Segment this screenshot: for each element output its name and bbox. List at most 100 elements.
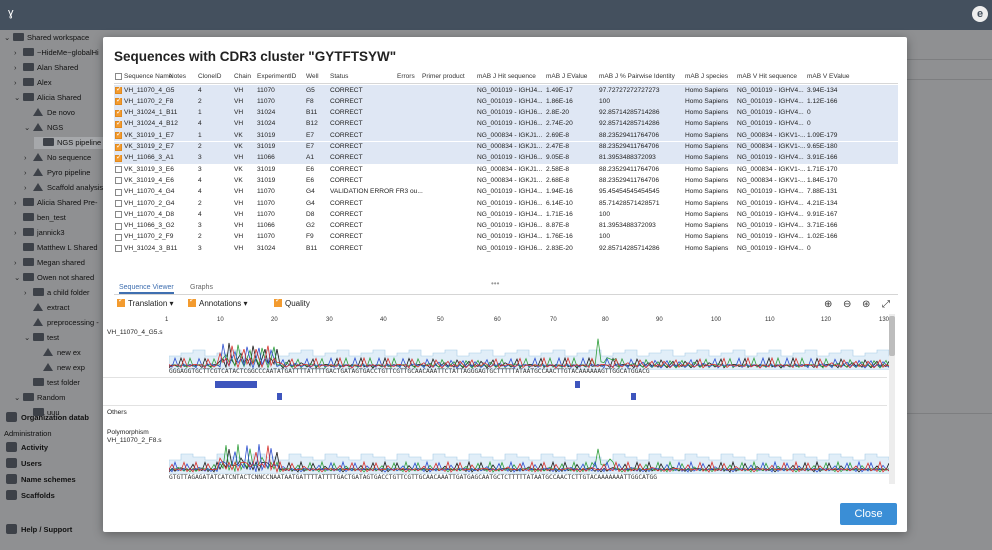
- sidebar-item[interactable]: › a child folder: [24, 287, 90, 299]
- chevron-icon[interactable]: ⌄: [14, 272, 23, 284]
- translation-toggle[interactable]: Translation ▾: [117, 296, 174, 308]
- row-checkbox[interactable]: [115, 85, 122, 94]
- help-support[interactable]: Help / Support: [6, 523, 72, 537]
- sidebar-item[interactable]: new ex: [34, 347, 81, 359]
- row-checkbox[interactable]: [115, 200, 122, 207]
- row-checkbox[interactable]: [115, 211, 122, 219]
- table-row[interactable]: VH_31024_3_B11 3 VH 31024 B11 CORRECT NG_00101…: [114, 243, 898, 254]
- column-header[interactable]: Notes: [169, 73, 186, 80]
- chevron-icon[interactable]: ⌄: [24, 122, 33, 134]
- row-checkbox[interactable]: [115, 130, 122, 140]
- table-row[interactable]: VK_31019_3_E6 3 VK 31019 E6 CORRECT NG_000834 …: [114, 164, 898, 175]
- sidebar-item[interactable]: ⌄ Alicia Shared: [14, 92, 81, 104]
- chevron-icon[interactable]: ⌄: [14, 92, 23, 104]
- sidebar-item[interactable]: ⌄ Random: [14, 392, 65, 404]
- chevron-icon[interactable]: ⌄: [24, 332, 33, 344]
- annotations-toggle[interactable]: Annotations ▾: [188, 296, 248, 308]
- chevron-icon[interactable]: ⌄: [14, 392, 23, 404]
- zoom-reset-icon[interactable]: ⊛: [862, 299, 870, 310]
- column-header[interactable]: mAB J species: [685, 73, 728, 80]
- row-checkbox[interactable]: [115, 245, 122, 253]
- admin-item[interactable]: Scaffolds: [6, 489, 55, 503]
- tab-sequence-viewer[interactable]: Sequence Viewer: [119, 284, 174, 294]
- sidebar-item[interactable]: ⌄ Shared workspace: [4, 32, 89, 44]
- fullscreen-icon[interactable]: ⤢: [882, 299, 890, 310]
- table-row[interactable]: VH_11070_4_G4 4 VH 11070 G4 VALIDATION ERROR …: [114, 187, 898, 198]
- column-header[interactable]: Sequence Name: [124, 73, 172, 80]
- column-header[interactable]: CloneID: [198, 73, 221, 80]
- table-row[interactable]: VK_31019_1_E7 1 VK 31019 E7 CORRECT NG_000834 …: [114, 130, 898, 142]
- tab-graphs[interactable]: Graphs: [190, 284, 213, 291]
- sidebar-item[interactable]: › jannick3: [14, 227, 65, 239]
- row-checkbox[interactable]: [115, 96, 122, 106]
- sidebar-item[interactable]: ⌄ NGS: [24, 122, 63, 134]
- table-row[interactable]: VH_11066_3_A1 3 VH 11066 A1 CORRECT NG_001019 …: [114, 152, 898, 165]
- sidebar-item[interactable]: ⌄ test: [24, 332, 59, 344]
- table-row[interactable]: VH_11070_4_G5 4 VH 11070 G5 CORRECT NG_001019 …: [114, 85, 898, 97]
- sidebar-org[interactable]: Organization datab: [6, 411, 89, 425]
- column-header[interactable]: Chain: [234, 73, 251, 80]
- row-checkbox[interactable]: [115, 233, 122, 241]
- chevron-icon[interactable]: ›: [14, 62, 23, 74]
- sidebar-item[interactable]: preprocessing -: [24, 317, 99, 329]
- chevron-icon[interactable]: ›: [14, 47, 23, 59]
- chevron-icon[interactable]: ›: [14, 197, 23, 209]
- scrollbar-thumb[interactable]: [889, 316, 895, 356]
- column-header[interactable]: mAB V EValue: [807, 73, 850, 80]
- column-header[interactable]: mAB J EValue: [546, 73, 587, 80]
- sidebar-item[interactable]: › Pyro pipeline: [24, 167, 90, 179]
- table-row[interactable]: VK_31019_4_E6 4 VK 31019 E6 CORRECT NG_000834 …: [114, 175, 898, 186]
- chevron-icon[interactable]: ›: [14, 257, 23, 269]
- chevron-icon[interactable]: ›: [14, 227, 23, 239]
- row-checkbox[interactable]: [115, 166, 122, 174]
- sidebar-item[interactable]: new exp: [34, 362, 85, 374]
- sidebar-item[interactable]: › Alex: [14, 77, 52, 89]
- select-all-checkbox[interactable]: [115, 73, 122, 80]
- column-header[interactable]: Status: [330, 73, 348, 80]
- sidebar-item[interactable]: Matthew L Shared: [14, 242, 98, 254]
- chevron-icon[interactable]: ›: [14, 77, 23, 89]
- sidebar-item[interactable]: › No sequence: [24, 152, 91, 164]
- zoom-out-icon[interactable]: ⊖: [843, 299, 851, 310]
- row-checkbox[interactable]: [115, 153, 122, 162]
- row-checkbox[interactable]: [115, 188, 122, 196]
- sidebar-item[interactable]: ⌄ Owen not shared: [14, 272, 94, 284]
- chevron-icon[interactable]: ⌄: [4, 32, 13, 44]
- annotation-bar[interactable]: [575, 381, 580, 388]
- annotation-bar[interactable]: [215, 381, 257, 388]
- sidebar-item[interactable]: › Scaffold analysis: [24, 182, 103, 194]
- row-checkbox[interactable]: [115, 177, 122, 185]
- admin-item[interactable]: Users: [6, 457, 42, 471]
- chevron-icon[interactable]: ›: [24, 182, 33, 194]
- column-header[interactable]: mAB J % Pairwise Identity: [599, 73, 675, 80]
- table-row[interactable]: VH_11070_4_D8 4 VH 11070 D8 CORRECT NG_001019 …: [114, 209, 898, 220]
- sidebar-item[interactable]: ben_test: [14, 212, 66, 224]
- column-header[interactable]: mAB J Hit sequence: [477, 73, 536, 80]
- annotation-bar[interactable]: [631, 393, 636, 400]
- sidebar-item[interactable]: De novo: [24, 107, 75, 119]
- sidebar-item[interactable]: › Megan shared: [14, 257, 85, 269]
- viewer-scrollbar[interactable]: [889, 314, 895, 484]
- column-header[interactable]: Primer product: [422, 73, 465, 80]
- admin-item[interactable]: Name schemes: [6, 473, 76, 487]
- table-row[interactable]: VH_11070_2_F8 2 VH 11070 F8 CORRECT NG_001019 …: [114, 96, 898, 108]
- table-row[interactable]: VH_11066_3_G2 3 VH 11066 G2 CORRECT NG_001019 …: [114, 221, 898, 232]
- close-button[interactable]: Close: [840, 503, 897, 525]
- chevron-icon[interactable]: ›: [24, 287, 33, 299]
- sidebar-item[interactable]: test folder: [24, 377, 80, 389]
- chevron-icon[interactable]: ›: [24, 167, 33, 179]
- column-header[interactable]: Errors: [397, 73, 415, 80]
- row-checkbox[interactable]: [115, 119, 122, 128]
- admin-item[interactable]: Activity: [6, 441, 48, 455]
- table-row[interactable]: VH_11070_2_G4 2 VH 11070 G4 CORRECT NG_001019 …: [114, 198, 898, 209]
- sidebar-item[interactable]: › Alan Shared: [14, 62, 78, 74]
- sidebar-item[interactable]: extract: [24, 302, 70, 314]
- row-checkbox[interactable]: [115, 222, 122, 230]
- zoom-in-icon[interactable]: ⊕: [824, 299, 832, 310]
- column-header[interactable]: ExperimentID: [257, 73, 296, 80]
- quality-toggle[interactable]: Quality: [274, 296, 310, 308]
- sidebar-item[interactable]: › ~HideMe~globalHi: [14, 47, 99, 59]
- sidebar-item[interactable]: NGS pipeline r: [34, 137, 106, 149]
- annotation-bar[interactable]: [277, 393, 282, 400]
- row-checkbox[interactable]: [115, 108, 122, 117]
